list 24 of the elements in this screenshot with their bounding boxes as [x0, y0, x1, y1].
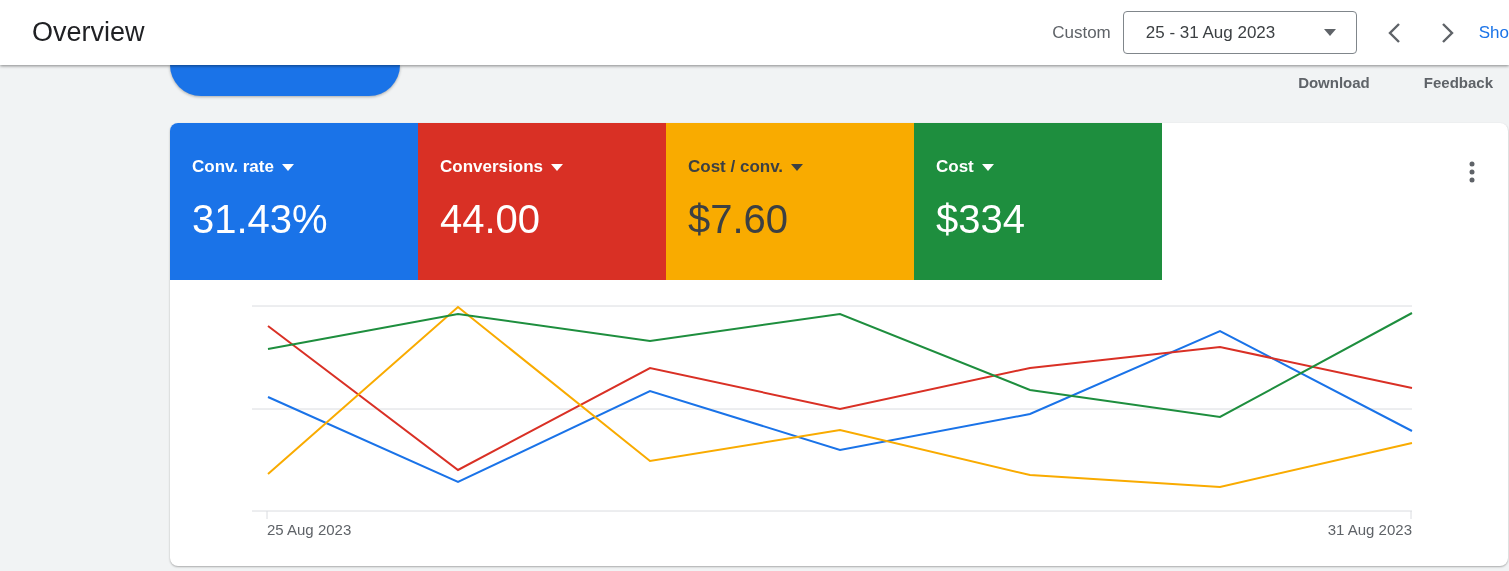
metric-selector[interactable]: Cost [936, 157, 994, 177]
campaign-button[interactable] [170, 65, 400, 96]
page-title: Overview [32, 17, 146, 48]
metric-value: 31.43% [192, 197, 329, 242]
range-label: Custom [1052, 22, 1111, 43]
metric-value: $7.60 [688, 197, 790, 242]
metric-selector[interactable]: Cost / conv. [688, 157, 804, 177]
axis-label: 31 Aug 2023 [1327, 521, 1412, 538]
chevron-left-icon [1386, 21, 1401, 44]
caret-icon [281, 163, 294, 171]
toolbar-action[interactable]: Feedback [1423, 74, 1493, 91]
toolbar-action[interactable]: Download [1298, 74, 1370, 91]
caret-icon [981, 163, 994, 171]
metric-value: $334 [936, 197, 1026, 242]
caret-icon [551, 163, 563, 171]
metric-value: 44.00 [440, 197, 542, 242]
show-link[interactable]: Sho [1478, 22, 1509, 43]
caret-icon [791, 163, 804, 171]
axis-label: 25 Aug 2023 [267, 521, 352, 538]
metric-selector[interactable]: Conversions [440, 157, 563, 177]
metric-selector[interactable]: Conv. rate [192, 157, 294, 177]
chevron-right-icon [1440, 21, 1455, 44]
caret-icon [1323, 29, 1336, 36]
date-range-dropdown[interactable]: 25 - 31 Aug 2023 [1122, 11, 1357, 54]
